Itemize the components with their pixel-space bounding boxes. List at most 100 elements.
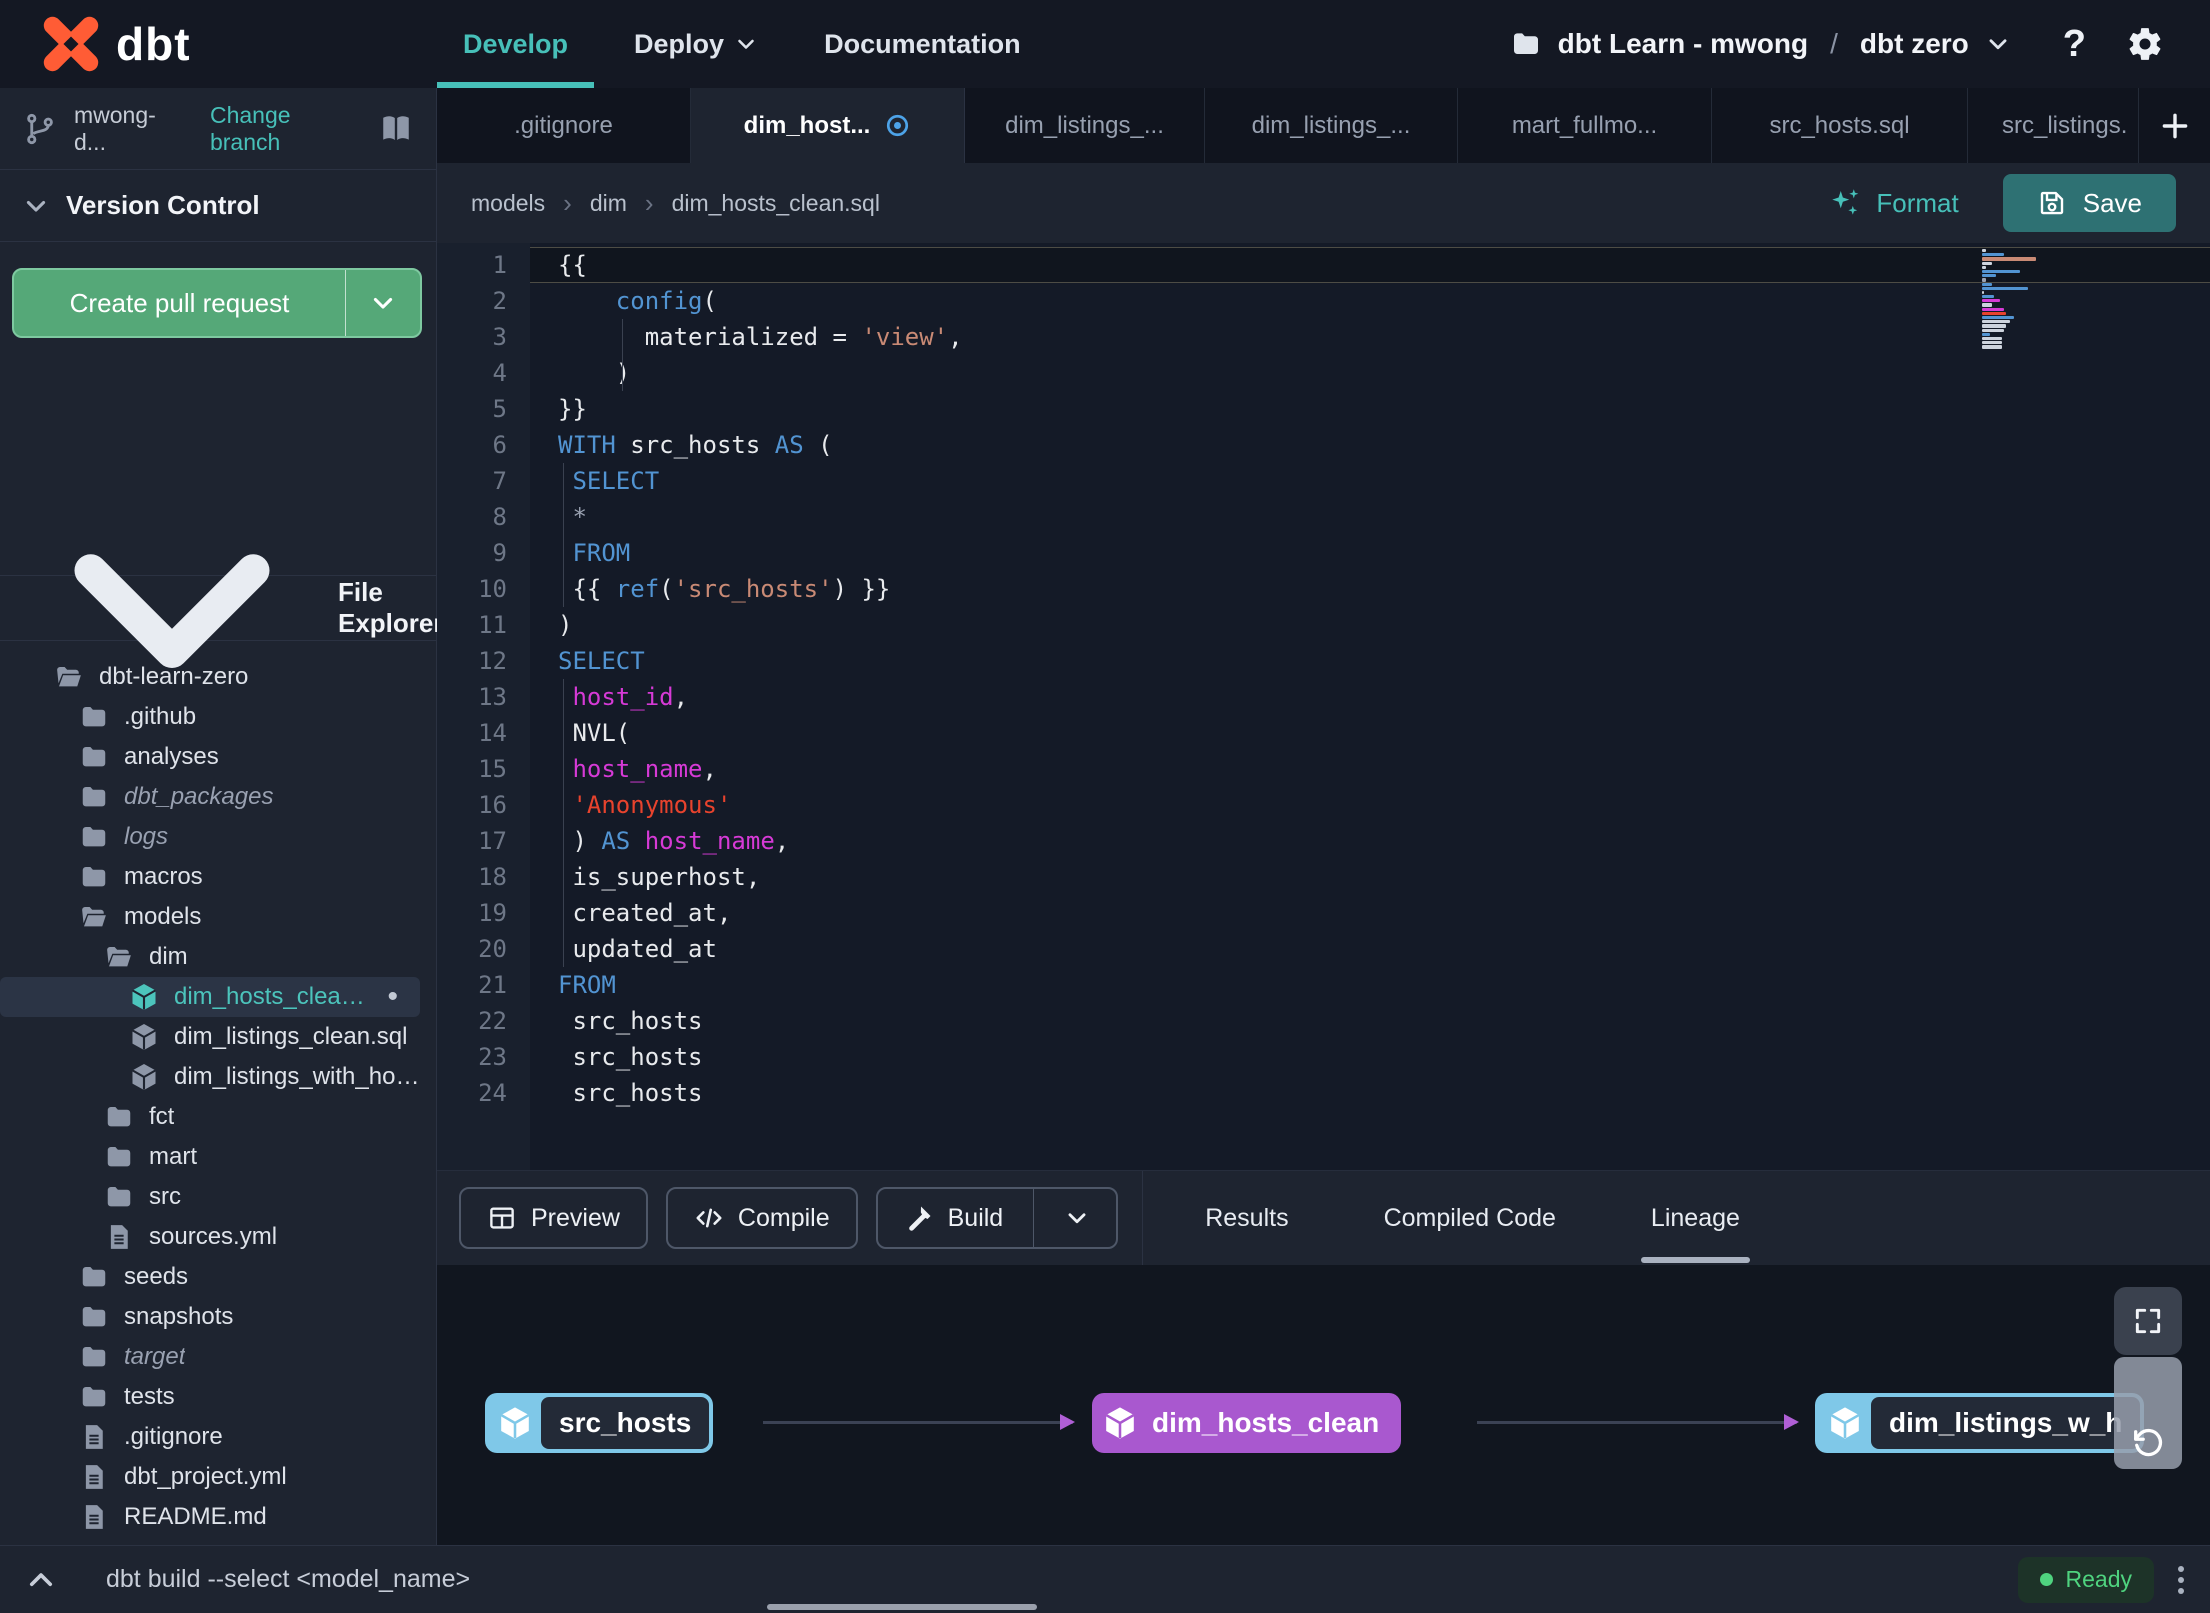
code-line-22[interactable]: 22 src_hosts: [437, 1003, 2210, 1039]
button-label: Build: [947, 1203, 1004, 1232]
code-line-1[interactable]: 1{{: [437, 247, 2210, 283]
tree-item-src[interactable]: src: [0, 1177, 420, 1217]
tree-item-tests[interactable]: tests: [0, 1377, 420, 1417]
code-line-2[interactable]: 2 config(: [437, 283, 2210, 319]
code-lines: 1{{2 config(3 materialized = 'view', 4 ) 5…: [437, 247, 2210, 1111]
code-line-4[interactable]: 4 ): [437, 355, 2210, 391]
build-button[interactable]: Build: [875, 1187, 1119, 1249]
panel-tab-results[interactable]: Results: [1205, 1204, 1288, 1233]
panel-tab-lineage[interactable]: Lineage: [1640, 1204, 1750, 1263]
code-line-19[interactable]: 19 created_at,: [437, 895, 2210, 931]
code-text: ): [558, 611, 573, 639]
tree-item-analyses[interactable]: analyses: [0, 737, 420, 777]
tree-item-README.md[interactable]: README.md: [0, 1497, 420, 1537]
code-line-17[interactable]: 17 ) AS host_name,: [437, 823, 2210, 859]
format-button[interactable]: Format: [1828, 186, 1959, 220]
brand[interactable]: dbt: [0, 13, 437, 75]
code-line-15[interactable]: 15 host_name,: [437, 751, 2210, 787]
code-line-16[interactable]: 16 'Anonymous': [437, 787, 2210, 823]
preview-button[interactable]: Preview: [459, 1187, 648, 1249]
fullscreen-button[interactable]: [2114, 1287, 2182, 1355]
gear-icon[interactable]: [2126, 25, 2164, 63]
version-control-header[interactable]: Version Control: [0, 170, 436, 242]
sparkles-icon: [1828, 186, 1862, 220]
tree-item-.github[interactable]: .github: [0, 697, 420, 737]
code-line-5[interactable]: 5}}: [437, 391, 2210, 427]
editor-minimap[interactable]: [1982, 249, 2040, 350]
save-button[interactable]: Save: [2002, 174, 2176, 232]
tab-dim_listings_[interactable]: dim_listings_...: [965, 88, 1205, 163]
code-line-7[interactable]: 7 SELECT: [437, 463, 2210, 499]
code-line-21[interactable]: 21 FROM: [437, 967, 2210, 1003]
code-line-9[interactable]: 9 FROM: [437, 535, 2210, 571]
breadcrumb-item[interactable]: models: [471, 190, 545, 217]
chevron-down-icon[interactable]: [1064, 1205, 1090, 1231]
tab-dim_listings_[interactable]: dim_listings_...: [1205, 88, 1458, 163]
nav-item-deploy[interactable]: Deploy: [608, 0, 784, 88]
code-line-3[interactable]: 3 materialized = 'view',: [437, 319, 2210, 355]
tree-item-fct[interactable]: fct: [0, 1097, 420, 1137]
minimap-line: [1982, 265, 1986, 269]
lineage-node-src_hosts[interactable]: src_hosts: [485, 1393, 714, 1453]
lineage-node-dim_hosts_clean[interactable]: dim_hosts_clean: [1092, 1393, 1402, 1453]
tree-item-dim[interactable]: dim: [0, 937, 420, 977]
file-explorer-header[interactable]: File Explorer: [0, 554, 489, 668]
help-button[interactable]: ?: [2063, 23, 2086, 66]
tab-mart_fullmo[interactable]: mart_fullmo...: [1458, 88, 1712, 163]
code-line-14[interactable]: 14 NVL(: [437, 715, 2210, 751]
tree-item-logs[interactable]: logs: [0, 817, 420, 857]
code-line-20[interactable]: 20 updated_at: [437, 931, 2210, 967]
tree-item-models[interactable]: models: [0, 897, 420, 937]
command-input[interactable]: dbt build --select <model_name>: [106, 1565, 470, 1594]
create-pull-request-button[interactable]: Create pull request: [12, 268, 422, 338]
code-line-23[interactable]: 23 src_hosts: [437, 1039, 2210, 1075]
tree-item-label: dbt_project.yml: [124, 1463, 287, 1490]
code-line-11[interactable]: 11): [437, 607, 2210, 643]
tree-item-dim_listings_with_hosts...[interactable]: dim_listings_with_hosts...: [0, 1057, 420, 1097]
project-selector[interactable]: dbt Learn - mwong / dbt zero: [1510, 28, 2011, 60]
tab-gitignore[interactable]: .gitignore: [437, 88, 691, 163]
tree-item-sources.yml[interactable]: sources.yml: [0, 1217, 420, 1257]
code-line-8[interactable]: 8 *: [437, 499, 2210, 535]
version-control-title: Version Control: [66, 190, 260, 220]
lineage-scrollbar[interactable]: [2114, 1357, 2182, 1469]
breadcrumb-item[interactable]: dim: [590, 190, 627, 217]
tab-src_listings[interactable]: src_listings.: [1968, 88, 2138, 163]
tree-item-mart[interactable]: mart: [0, 1137, 420, 1177]
tree-item-dbt_project.yml[interactable]: dbt_project.yml: [0, 1457, 420, 1497]
code-line-6[interactable]: 6 WITH src_hosts AS (: [437, 427, 2210, 463]
tree-item-snapshots[interactable]: snapshots: [0, 1297, 420, 1337]
dbt-logo-icon: [40, 13, 102, 75]
pr-dropdown-button[interactable]: [346, 289, 420, 317]
change-branch-link[interactable]: Change branch: [210, 102, 362, 156]
code-editor[interactable]: 1{{2 config(3 materialized = 'view', 4 ) 5…: [437, 243, 2210, 1170]
tree-item-seeds[interactable]: seeds: [0, 1257, 420, 1297]
tree-item-label: sources.yml: [149, 1223, 278, 1250]
new-tab-button[interactable]: [2138, 88, 2210, 163]
tree-item-.gitignore[interactable]: .gitignore: [0, 1417, 420, 1457]
docs-book-icon[interactable]: [378, 111, 414, 147]
tree-item-macros[interactable]: macros: [0, 857, 420, 897]
nav-item-develop[interactable]: Develop: [437, 0, 595, 88]
tab-src_hostssql[interactable]: src_hosts.sql: [1712, 88, 1968, 163]
panel-tab-compiled-code[interactable]: Compiled Code: [1384, 1204, 1556, 1233]
code-line-12[interactable]: 12 SELECT: [437, 643, 2210, 679]
tab-dim_host[interactable]: dim_host...: [691, 88, 965, 163]
kebab-menu[interactable]: [2178, 1565, 2184, 1594]
nav-item-documentation[interactable]: Documentation: [798, 0, 1047, 88]
tree-item-dim_hosts_clean.sql[interactable]: dim_hosts_clean.sql •: [0, 977, 420, 1017]
tree-item-dim_listings_clean.sql[interactable]: dim_listings_clean.sql: [0, 1017, 420, 1057]
lineage-node-dim_listings_w_h[interactable]: dim_listings_w_h: [1815, 1393, 2145, 1453]
tree-item-target[interactable]: target: [0, 1337, 420, 1377]
breadcrumb-item[interactable]: dim_hosts_clean.sql: [672, 190, 880, 217]
chevron-up-icon[interactable]: [24, 1563, 58, 1597]
minimap-line: [1982, 332, 1990, 336]
tree-item-dbt-learn-zero[interactable]: dbt-learn-zero: [0, 657, 420, 697]
compile-button[interactable]: Compile: [665, 1187, 858, 1249]
tree-item-dbt_packages[interactable]: dbt_packages: [0, 777, 420, 817]
code-line-18[interactable]: 18 is_superhost,: [437, 859, 2210, 895]
code-line-24[interactable]: 24 src_hosts: [437, 1075, 2210, 1111]
horizontal-scrollbar[interactable]: [767, 1604, 1037, 1610]
code-line-13[interactable]: 13 host_id,: [437, 679, 2210, 715]
code-line-10[interactable]: 10 {{ ref('src_hosts') }}: [437, 571, 2210, 607]
